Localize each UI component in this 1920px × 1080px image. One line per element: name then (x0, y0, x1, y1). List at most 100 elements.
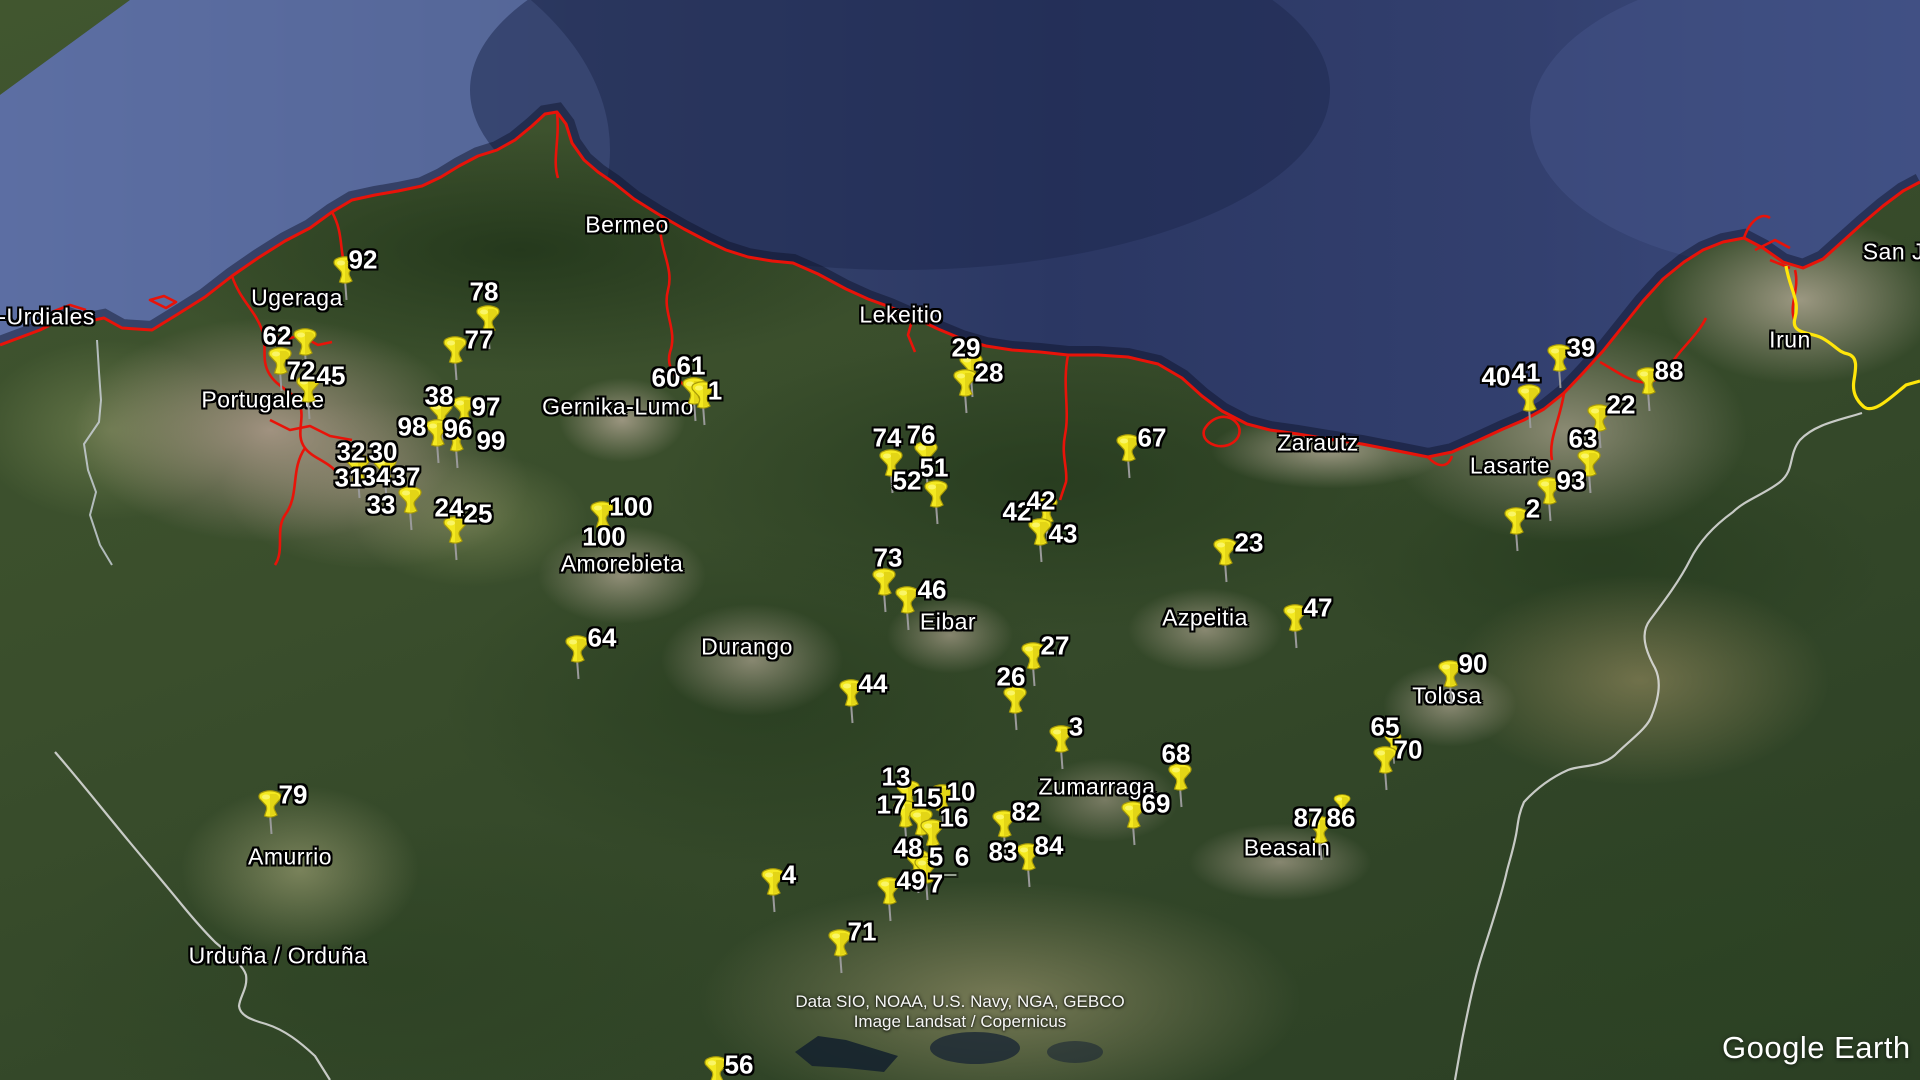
pin-label: 78 (470, 277, 499, 308)
pin-label: 4 (782, 860, 796, 891)
pin-label: 96 (444, 414, 473, 445)
map-attribution: Data SIO, NOAA, U.S. Navy, NGA, GEBCO Im… (795, 992, 1124, 1032)
place-label: San Ju (1863, 239, 1920, 266)
pin-label: 100 (582, 522, 625, 553)
place-label: Bermeo (585, 212, 669, 239)
place-label: Gernika-Lumo (542, 394, 694, 421)
pin-label: 64 (588, 623, 617, 654)
pin-label: 3 (1069, 712, 1083, 743)
pin-label: 62 (263, 321, 292, 352)
place-label: Amurrio (248, 844, 332, 871)
pin-label: 6 (955, 842, 969, 873)
pin-label: 99 (477, 426, 506, 457)
pin-label: 90 (1459, 649, 1488, 680)
pushpin-icon (396, 486, 424, 532)
pin-label: 34 (362, 462, 391, 493)
pin-label: 45 (317, 361, 346, 392)
map-pin[interactable] (922, 480, 950, 531)
pin-label: 100 (609, 492, 652, 523)
pin-label: 46 (918, 575, 947, 606)
pin-label: 67 (1138, 423, 1167, 454)
pin-label: 17 (877, 790, 906, 821)
pin-label: 31 (335, 463, 364, 494)
pin-label: 44 (859, 669, 888, 700)
place-label: Eibar (920, 609, 976, 636)
pin-label: 43 (1049, 519, 1078, 550)
attribution-line1: Data SIO, NOAA, U.S. Navy, NGA, GEBCO (795, 992, 1124, 1012)
pin-label: 74 (873, 423, 902, 454)
google-earth-watermark: Google Earth (1722, 1030, 1911, 1066)
pin-label: 92 (349, 245, 378, 276)
pin-label: 88 (1655, 356, 1684, 387)
pushpin-icon (1001, 686, 1029, 732)
pin-label: 39 (1567, 333, 1596, 364)
pin-label: 27 (1041, 631, 1070, 662)
pin-label: 22 (1607, 390, 1636, 421)
map-pin[interactable] (396, 486, 424, 537)
pin-label: 76 (907, 420, 936, 451)
lake (930, 1032, 1020, 1064)
pin-label: 71 (848, 917, 877, 948)
pin-label: 61 (677, 351, 706, 382)
pin-label: 33 (367, 490, 396, 521)
map-pin[interactable] (1515, 384, 1543, 435)
pin-label: 97 (472, 392, 501, 423)
pin-label: 87 (1294, 803, 1323, 834)
place-label: Lekeitio (859, 302, 942, 329)
pin-label: 70 (1394, 735, 1423, 766)
place-label: Durango (701, 634, 793, 661)
map-vector-overlay (0, 0, 1920, 1080)
pin-label: 26 (997, 662, 1026, 693)
pin-label: 13 (882, 762, 911, 793)
lake (1047, 1041, 1103, 1063)
pin-label: 2 (1526, 494, 1540, 525)
pin-label: 40 (1482, 362, 1511, 393)
pin-label: 15 (913, 783, 942, 814)
pin-label: 7 (929, 869, 943, 900)
river-line (84, 340, 112, 565)
place-label: Ugeraga (251, 285, 343, 312)
pin-label: 86 (1327, 803, 1356, 834)
place-label: Zarautz (1277, 430, 1358, 457)
pin-label: 16 (940, 803, 969, 834)
pin-label: 52 (893, 466, 922, 497)
pin-label: 79 (279, 780, 308, 811)
place-label: Lasarte (1470, 453, 1550, 480)
place-label: o-Urdiales (0, 304, 95, 331)
pin-label: 23 (1235, 528, 1264, 559)
pin-label: 69 (1142, 789, 1171, 820)
pin-label: 93 (1557, 466, 1586, 497)
map-pin[interactable] (1001, 686, 1029, 737)
pin-label: 82 (1012, 797, 1041, 828)
pin-label: 56 (725, 1050, 754, 1080)
pin-label: 77 (465, 325, 494, 356)
pin-label: 63 (1569, 424, 1598, 455)
place-label: Zumarraga (1039, 774, 1156, 801)
pin-label: 38 (425, 381, 454, 412)
pin-label: 51 (920, 453, 949, 484)
google-earth-viewport[interactable]: o-UrdialesUgeragaPortugaleteBermeoGernik… (0, 0, 1920, 1080)
attribution-line2: Image Landsat / Copernicus (795, 1012, 1124, 1032)
pin-label: 98 (398, 412, 427, 443)
border-lines (55, 413, 1862, 1080)
pin-label: 41 (1512, 358, 1541, 389)
pin-label: 48 (894, 833, 923, 864)
pin-label: 47 (1304, 593, 1333, 624)
place-label: Azpeitia (1162, 605, 1248, 632)
pin-label: 68 (1162, 739, 1191, 770)
pin-label: 25 (464, 499, 493, 530)
place-label: Irun (1769, 327, 1811, 354)
pushpin-icon (922, 480, 950, 526)
pin-label: 42 (1027, 486, 1056, 517)
pin-label: 84 (1035, 831, 1064, 862)
place-label: Amorebieta (561, 551, 684, 578)
pin-label: 49 (897, 866, 926, 897)
place-label: Urduña / Orduña (189, 943, 368, 970)
pushpin-icon (1515, 384, 1543, 430)
pin-label: 24 (435, 493, 464, 524)
pin-label: 72 (287, 356, 316, 387)
lake (795, 1036, 898, 1072)
pin-label: 83 (989, 837, 1018, 868)
pin-label: 28 (975, 358, 1004, 389)
pin-label: 73 (874, 543, 903, 574)
